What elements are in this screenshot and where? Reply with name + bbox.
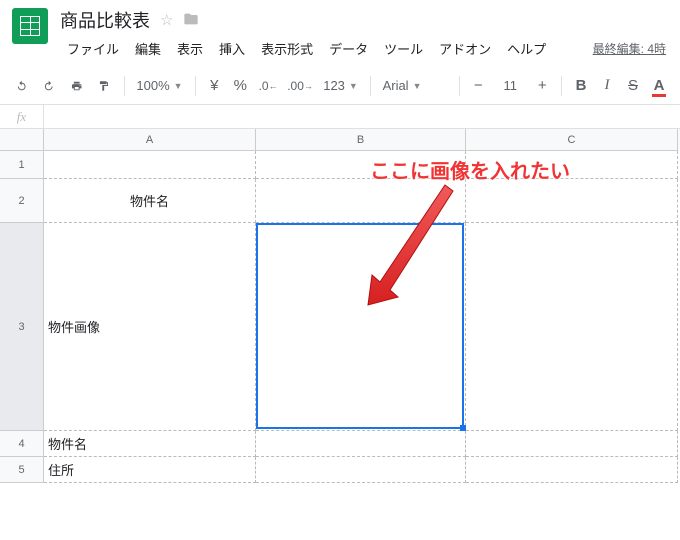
formula-input[interactable]	[44, 105, 680, 128]
font-size-increase[interactable]: +	[531, 73, 553, 98]
last-edit-link[interactable]: 最終編集: 4時	[593, 40, 668, 57]
zoom-select[interactable]: 100%▼	[132, 76, 186, 95]
decrease-decimal-button[interactable]: .0←	[255, 75, 281, 97]
cell-c5[interactable]	[466, 457, 678, 483]
font-size-decrease[interactable]: −	[467, 73, 489, 98]
cell-c2[interactable]	[466, 179, 678, 223]
strikethrough-button[interactable]: S	[622, 73, 644, 98]
row-header-4[interactable]: 4	[0, 431, 43, 457]
fx-label: fx	[0, 105, 44, 128]
menu-format[interactable]: 表示形式	[254, 36, 320, 61]
undo-button[interactable]	[10, 74, 33, 98]
menu-addons[interactable]: アドオン	[432, 36, 498, 61]
menu-insert[interactable]: 挿入	[212, 36, 252, 61]
cell-b5[interactable]	[256, 457, 466, 483]
col-header-b[interactable]: B	[256, 129, 466, 151]
menu-help[interactable]: ヘルプ	[500, 36, 553, 61]
formula-bar: fx	[0, 105, 680, 129]
menu-edit[interactable]: 編集	[128, 36, 168, 61]
cell-a1[interactable]	[44, 151, 256, 179]
zoom-value: 100%	[136, 78, 169, 93]
cell-a3[interactable]: 物件画像	[44, 223, 256, 431]
cell-c4[interactable]	[466, 431, 678, 457]
font-size-input[interactable]: 11	[493, 76, 527, 95]
cell-b3[interactable]	[256, 223, 466, 431]
row-header-2[interactable]: 2	[0, 179, 43, 223]
cell-a4[interactable]: 物件名	[44, 431, 256, 457]
cell-b1[interactable]	[256, 151, 466, 179]
italic-button[interactable]: I	[596, 73, 618, 98]
text-color-button[interactable]: A	[648, 73, 670, 98]
doc-title[interactable]: 商品比較表	[60, 7, 150, 33]
cell-b4[interactable]	[256, 431, 466, 457]
select-all-corner[interactable]	[0, 129, 44, 151]
row-header-1[interactable]: 1	[0, 151, 43, 179]
star-icon[interactable]: ☆	[160, 11, 173, 29]
sheets-logo	[12, 8, 48, 44]
toolbar: 100%▼ ¥ % .0← .00→ 123▼ Arial▼ − 11 + B …	[0, 67, 680, 105]
print-button[interactable]	[65, 74, 88, 98]
col-header-c[interactable]: C	[466, 129, 678, 151]
font-family-select[interactable]: Arial▼	[379, 76, 451, 95]
percent-button[interactable]: %	[229, 73, 251, 98]
menu-file[interactable]: ファイル	[60, 36, 126, 61]
font-size-value: 11	[504, 78, 518, 93]
number-format-select[interactable]: 123▼	[319, 76, 362, 95]
cell-c1[interactable]	[466, 151, 678, 179]
row-header-5[interactable]: 5	[0, 457, 43, 483]
increase-decimal-button[interactable]: .00→	[285, 75, 315, 97]
folder-icon[interactable]	[183, 11, 199, 30]
currency-button[interactable]: ¥	[203, 73, 225, 98]
cell-b2[interactable]	[256, 179, 466, 223]
bold-button[interactable]: B	[570, 73, 592, 98]
cell-a5[interactable]: 住所	[44, 457, 256, 483]
font-family-value: Arial	[383, 78, 409, 93]
redo-button[interactable]	[37, 74, 60, 98]
paint-format-button[interactable]	[92, 74, 115, 98]
menu-data[interactable]: データ	[322, 36, 375, 61]
number-format-value: 123	[323, 78, 345, 93]
cell-c3[interactable]	[466, 223, 678, 431]
menu-view[interactable]: 表示	[170, 36, 210, 61]
menu-tools[interactable]: ツール	[377, 36, 430, 61]
spreadsheet-grid: A B C 1 2 3 4 5 物件名 物件画像 物件名	[0, 129, 680, 483]
col-header-a[interactable]: A	[44, 129, 256, 151]
menubar: ファイル 編集 表示 挿入 表示形式 データ ツール アドオン ヘルプ 最終編集…	[60, 36, 668, 61]
cell-a2[interactable]: 物件名	[44, 179, 256, 223]
row-header-3[interactable]: 3	[0, 223, 43, 431]
